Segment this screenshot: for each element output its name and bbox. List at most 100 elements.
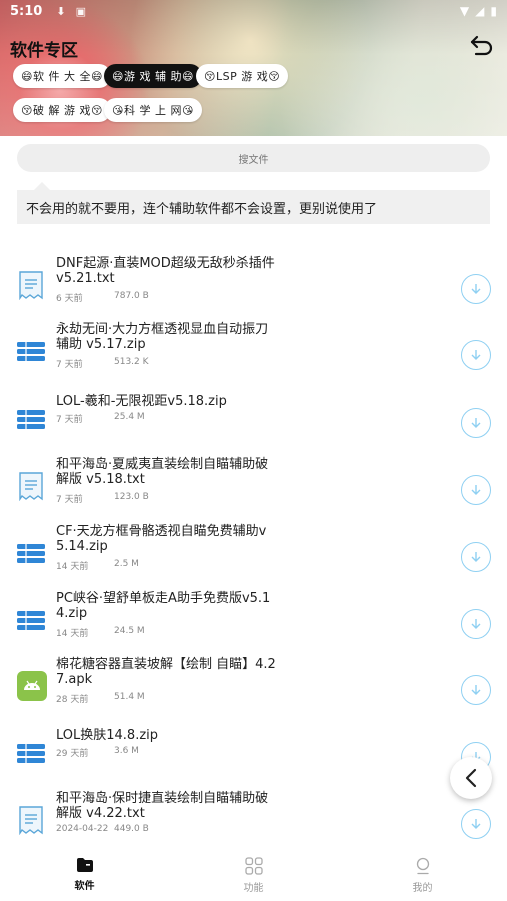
file-name: DNF起源·直装MOD超级无敌秒杀插件 v5.21.txt: [56, 256, 275, 286]
notification-status-icon: ▣: [75, 4, 86, 18]
download-icon: [471, 685, 481, 695]
status-time: 5:10: [10, 3, 43, 19]
file-row[interactable]: LOL换肤14.8.zip 29 天前 3.6 M: [0, 724, 507, 790]
nav-features[interactable]: 功能: [169, 845, 338, 901]
download-icon: [471, 284, 481, 294]
file-meta: 2024-04-22 449.0 B: [56, 824, 149, 834]
zip-file-icon: [17, 605, 45, 635]
search-placeholder: 搜文件: [238, 154, 269, 166]
chip-lsp-games[interactable]: 😚LSP 游 戏😚: [196, 64, 289, 88]
download-button[interactable]: [461, 609, 491, 639]
download-button[interactable]: [461, 675, 491, 705]
signal-icon: ◢: [475, 4, 485, 18]
file-size: 2.5 M: [114, 559, 139, 569]
download-icon: [471, 619, 481, 629]
file-row[interactable]: 和平海岛·夏威夷直装绘制自瞄辅助破解版 v5.18.txt 7 天前 123.0 …: [0, 457, 507, 523]
download-button[interactable]: [461, 809, 491, 839]
floating-back-button[interactable]: [450, 757, 492, 799]
file-name: LOL-羲和-无限视距v5.18.zip: [56, 394, 227, 409]
txt-file-icon: [17, 471, 45, 502]
file-date: 7 天前: [56, 495, 83, 505]
folder-icon: [76, 858, 93, 872]
chip-game-assist[interactable]: 😄游 戏 辅 助😄: [104, 64, 202, 88]
file-date: 7 天前: [56, 415, 83, 425]
file-meta: 28 天前 51.4 M: [56, 692, 145, 705]
file-meta: 7 天前 513.2 K: [56, 357, 149, 370]
download-icon: [471, 418, 481, 428]
file-size: 24.5 M: [114, 626, 145, 636]
chip-software[interactable]: 😄软 件 大 全😄: [13, 64, 111, 88]
file-date: 28 天前: [56, 695, 89, 705]
file-row[interactable]: LOL-羲和-无限视距v5.18.zip 7 天前 25.4 M: [0, 390, 507, 456]
file-name: 永劫无间·大力方框透视显血自动振刀辅助 v5.17.zip: [56, 322, 269, 352]
file-row[interactable]: 永劫无间·大力方框透视显血自动振刀辅助 v5.17.zip 7 天前 513.2 …: [0, 322, 507, 388]
search-input[interactable]: 搜文件: [17, 144, 490, 172]
file-date: 14 天前: [56, 629, 89, 639]
chevron-left-icon: [465, 768, 477, 788]
file-size: 449.0 B: [114, 824, 149, 834]
file-row[interactable]: 棉花糖容器直装坡解【绘制 自瞄】4.27.apk 28 天前 51.4 M: [0, 657, 507, 723]
bottom-nav: 软件 功能 我的: [0, 845, 507, 901]
nav-label: 功能: [243, 883, 264, 894]
file-row[interactable]: CF·天龙方框骨骼透视自瞄免费辅助v5.14.zip 14 天前 2.5 M: [0, 524, 507, 590]
notice-bubble: 不会用的就不要用，连个辅助软件都不会设置，更别说使用了: [17, 182, 490, 224]
file-date: 7 天前: [56, 360, 83, 370]
file-name: CF·天龙方框骨骼透视自瞄免费辅助v5.14.zip: [56, 524, 267, 554]
zip-file-icon: [17, 336, 45, 366]
zip-file-icon: [17, 404, 45, 434]
file-size: 123.0 B: [114, 492, 149, 502]
zip-file-icon: [17, 538, 45, 568]
chip-cracked-games[interactable]: 😚破 解 游 戏😚: [13, 98, 111, 122]
file-size: 787.0 B: [114, 291, 149, 301]
wifi-icon: ▼: [459, 4, 470, 18]
download-button[interactable]: [461, 475, 491, 505]
nav-label: 软件: [74, 881, 95, 892]
download-icon: [471, 552, 481, 562]
file-date: 14 天前: [56, 562, 89, 572]
file-size: 3.6 M: [114, 746, 139, 756]
battery-icon: ▮: [490, 4, 497, 18]
file-row[interactable]: DNF起源·直装MOD超级无敌秒杀插件 v5.21.txt 6 天前 787.0 …: [0, 256, 507, 322]
file-size: 25.4 M: [114, 412, 145, 422]
download-status-icon: ⬇: [56, 4, 66, 18]
profile-icon: [416, 857, 429, 875]
page-title: 软件专区: [10, 41, 78, 61]
file-meta: 29 天前 3.6 M: [56, 746, 139, 759]
file-name: LOL换肤14.8.zip: [56, 728, 159, 743]
file-name: 和平海岛·夏威夷直装绘制自瞄辅助破解版 v5.18.txt: [56, 457, 269, 487]
download-button[interactable]: [461, 340, 491, 370]
file-name: 棉花糖容器直装坡解【绘制 自瞄】4.27.apk: [56, 657, 276, 687]
file-meta: 7 天前 25.4 M: [56, 412, 145, 425]
download-icon: [471, 819, 481, 829]
nav-profile[interactable]: 我的: [338, 845, 507, 901]
chip-vpn[interactable]: 😘科 学 上 网😘: [104, 98, 202, 122]
grid-icon: [244, 857, 263, 875]
status-bar: 5:10 ⬇ ▣ ▼ ◢ ▮: [0, 0, 507, 22]
file-meta: 6 天前 787.0 B: [56, 291, 149, 304]
file-meta: 7 天前 123.0 B: [56, 492, 149, 505]
file-size: 513.2 K: [114, 357, 149, 367]
download-button[interactable]: [461, 542, 491, 572]
file-date: 29 天前: [56, 749, 89, 759]
file-meta: 14 天前 2.5 M: [56, 559, 139, 572]
txt-file-icon: [17, 270, 45, 301]
txt-file-icon: [17, 805, 45, 836]
file-date: 2024-04-22: [56, 824, 109, 834]
file-name: 和平海岛·保时捷直装绘制自瞄辅助破解版 v4.22.txt: [56, 791, 269, 821]
file-name: PC峡谷·望舒单板走A助手免费版v5.14.zip: [56, 591, 271, 621]
undo-arrow-icon: [470, 35, 493, 56]
file-date: 6 天前: [56, 294, 83, 304]
download-icon: [471, 350, 481, 360]
file-meta: 14 天前 24.5 M: [56, 626, 145, 639]
download-button[interactable]: [461, 408, 491, 438]
back-button[interactable]: [469, 32, 495, 58]
notice-text: 不会用的就不要用，连个辅助软件都不会设置，更别说使用了: [26, 201, 378, 217]
download-icon: [471, 485, 481, 495]
file-row[interactable]: PC峡谷·望舒单板走A助手免费版v5.14.zip 14 天前 24.5 M: [0, 591, 507, 657]
download-button[interactable]: [461, 274, 491, 304]
nav-software[interactable]: 软件: [0, 845, 169, 901]
nav-label: 我的: [412, 883, 433, 894]
android-apk-icon: [17, 671, 47, 701]
zip-file-icon: [17, 738, 45, 768]
file-size: 51.4 M: [114, 692, 145, 702]
